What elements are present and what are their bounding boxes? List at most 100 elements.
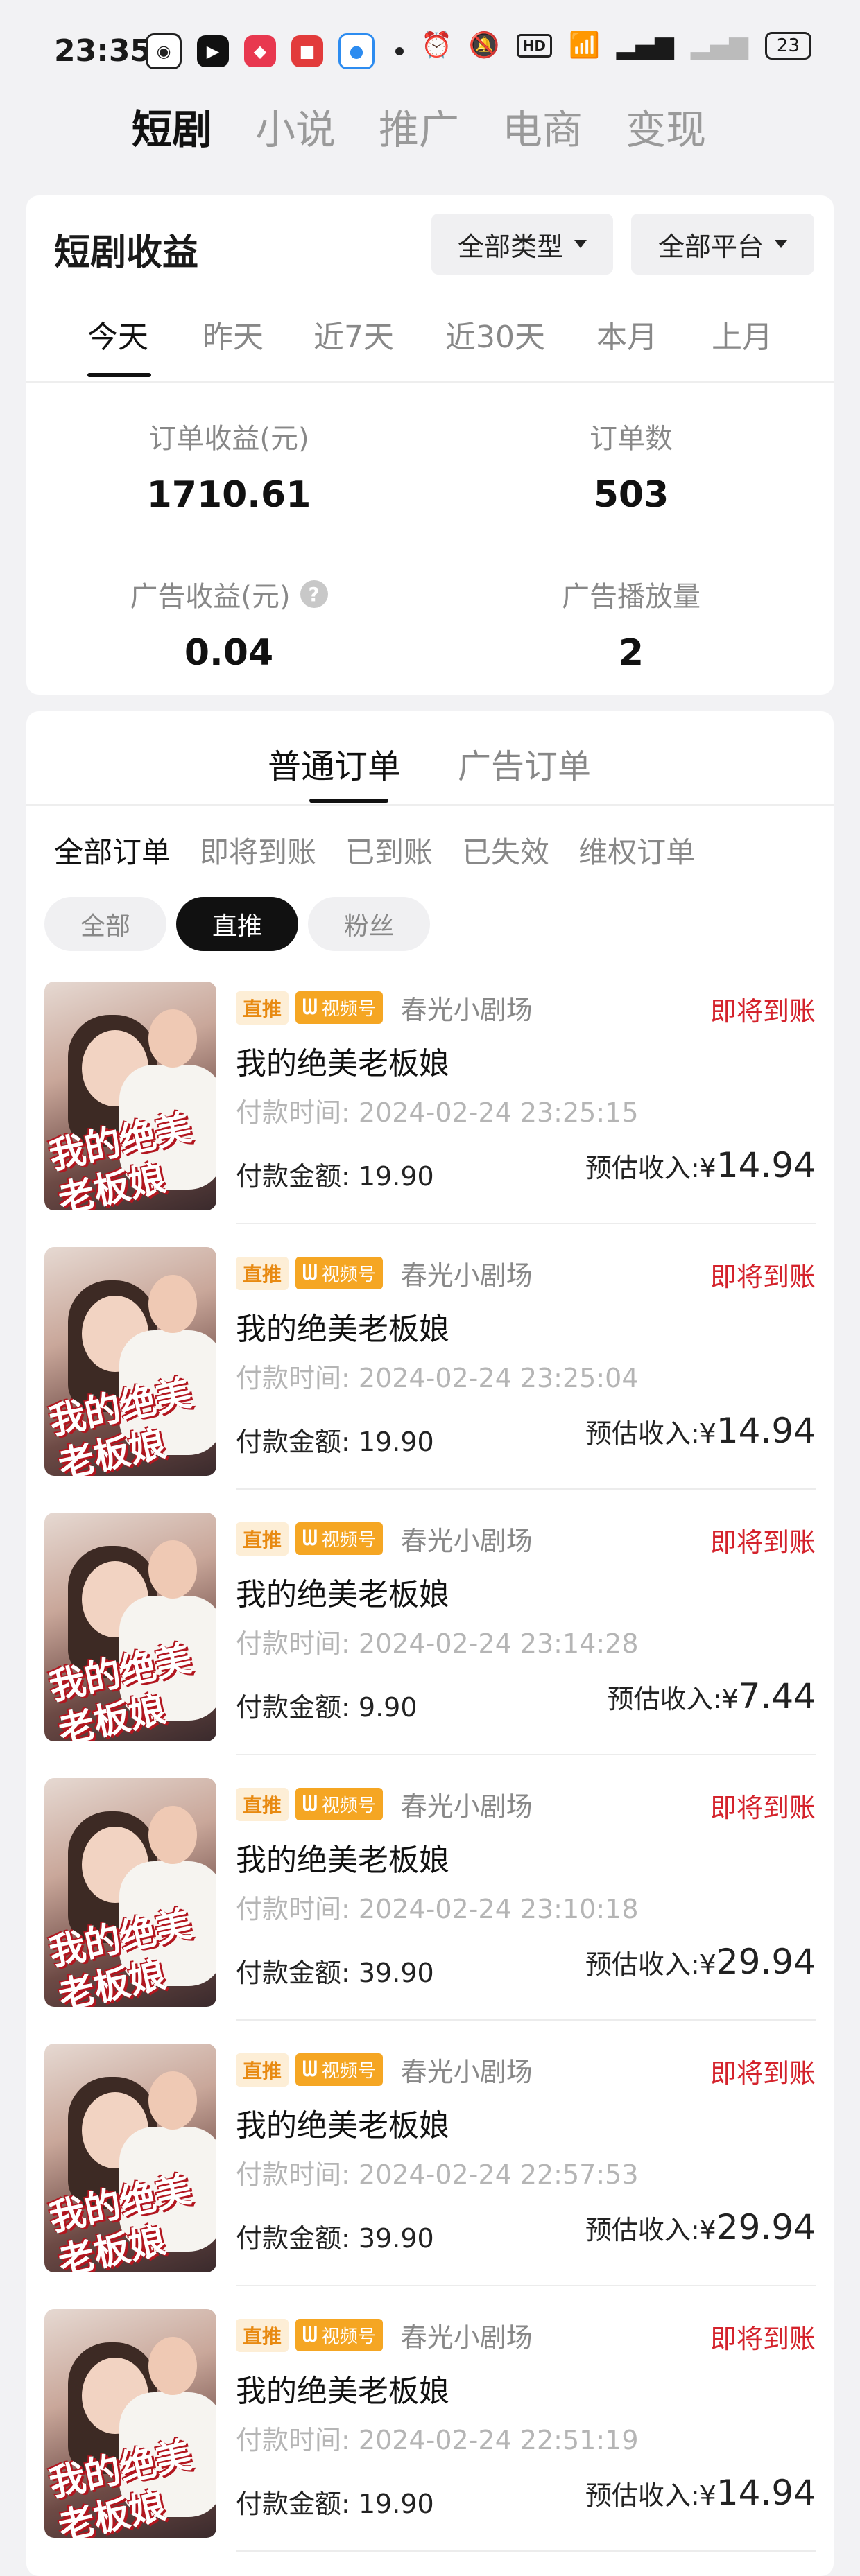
order-status-filters: 全部订单 即将到账 已到账 已失效 维权订单 xyxy=(54,829,695,871)
drama-cover: 我的绝美老板娘 xyxy=(44,2309,216,2538)
tab-ecommerce[interactable]: 电商 xyxy=(502,97,583,155)
period-this-month[interactable]: 本月 xyxy=(596,312,657,356)
type-dropdown[interactable]: 全部类型 xyxy=(431,214,613,275)
currency-symbol: ¥ xyxy=(699,1418,716,1449)
order-item[interactable]: 我的绝美老板娘 直推 ᗯ 视频号 春光小剧场 即将到账 我的绝美老板娘 付款时间… xyxy=(44,2301,816,2566)
payment-amount: 付款金额: 39.90 xyxy=(236,2217,434,2255)
caret-down-icon xyxy=(775,240,787,248)
channel-tag: ᗯ 视频号 xyxy=(295,1522,383,1555)
order-info: 直推 ᗯ 视频号 春光小剧场 即将到账 我的绝美老板娘 付款时间: 2024-0… xyxy=(236,973,816,1239)
metric-value: 2 xyxy=(618,632,644,674)
orders-card: 普通订单 广告订单 全部订单 即将到账 已到账 已失效 维权订单 全部 直推 粉… xyxy=(26,711,834,2576)
order-tags: 直推 ᗯ 视频号 春光小剧场 xyxy=(236,989,533,1027)
period-today[interactable]: 今天 xyxy=(87,312,148,356)
order-item[interactable]: 我的绝美老板娘 直推 ᗯ 视频号 春光小剧场 即将到账 我的绝美老板娘 付款时间… xyxy=(44,973,816,1239)
payment-amount-value: 39.90 xyxy=(358,1958,434,1988)
alarm-icon: ⏰ xyxy=(420,31,452,60)
currency-symbol: ¥ xyxy=(699,1949,716,1980)
estimated-income-label: 预估收入: xyxy=(585,1418,700,1449)
order-item[interactable]: 我的绝美老板娘 直推 ᗯ 视频号 春光小剧场 即将到账 我的绝美老板娘 付款时间… xyxy=(44,1504,816,1770)
estimated-income-value: 14.94 xyxy=(716,1411,816,1451)
video-channel-icon: ᗯ xyxy=(302,1261,318,1285)
filter-pending[interactable]: 即将到账 xyxy=(200,829,316,871)
order-tags: 直推 ᗯ 视频号 春光小剧场 xyxy=(236,2316,533,2354)
status-app-icons: ◉ ▶ ◆ ■ ● xyxy=(146,33,404,69)
payment-amount-label: 付款金额: xyxy=(236,1692,350,1723)
source-pills: 全部 直推 粉丝 xyxy=(44,897,430,951)
pill-fans[interactable]: 粉丝 xyxy=(308,897,430,951)
payment-amount: 付款金额: 39.90 xyxy=(236,1951,434,1990)
pill-all[interactable]: 全部 xyxy=(44,897,166,951)
order-status: 即将到账 xyxy=(710,2324,816,2354)
filter-expired[interactable]: 已失效 xyxy=(462,829,549,871)
order-title: 我的绝美老板娘 xyxy=(236,1843,449,1878)
channel-tag: ᗯ 视频号 xyxy=(295,1257,383,1289)
order-info: 直推 ᗯ 视频号 春光小剧场 即将到账 我的绝美老板娘 付款时间: 2024-0… xyxy=(236,1770,816,2035)
video-channel-icon: ᗯ xyxy=(302,1792,318,1816)
direct-tag: 直推 xyxy=(236,2053,289,2087)
period-7-days[interactable]: 近7天 xyxy=(313,312,394,356)
payment-time: 付款时间: 2024-02-24 22:57:53 xyxy=(236,2153,639,2191)
estimated-income-value: 14.94 xyxy=(716,2473,816,2513)
channel-tag-label: 视频号 xyxy=(321,2326,376,2347)
order-item[interactable]: 我的绝美老板娘 直推 ᗯ 视频号 春光小剧场 即将到账 我的绝美老板娘 付款时间… xyxy=(44,1239,816,1504)
currency-symbol: ¥ xyxy=(699,1153,716,1183)
payment-amount: 付款金额: 19.90 xyxy=(236,2482,434,2521)
currency-symbol: ¥ xyxy=(721,1684,739,1714)
mute-icon: 🔕 xyxy=(468,31,500,60)
estimated-income: 预估收入:¥14.94 xyxy=(585,1411,816,1451)
period-active-underline xyxy=(87,373,151,377)
payment-amount-label: 付款金额: xyxy=(236,1161,350,1192)
video-app-icon: ▶ xyxy=(197,35,229,67)
platform-dropdown[interactable]: 全部平台 xyxy=(631,214,814,275)
period-last-month[interactable]: 上月 xyxy=(712,312,773,356)
payment-time-label: 付款时间: xyxy=(236,2159,350,2190)
tab-novel[interactable]: 小说 xyxy=(255,97,336,155)
payment-time-value: 2024-02-24 23:14:28 xyxy=(358,1628,639,1659)
filter-all-orders[interactable]: 全部订单 xyxy=(54,829,171,871)
period-yesterday[interactable]: 昨天 xyxy=(203,312,264,356)
tab-monetize[interactable]: 变现 xyxy=(626,97,706,155)
order-item[interactable]: 我的绝美老板娘 直推 ᗯ 视频号 春光小剧场 即将到账 我的绝美老板娘 付款时间… xyxy=(44,1770,816,2035)
order-title: 我的绝美老板娘 xyxy=(236,2108,449,2143)
order-status: 即将到账 xyxy=(710,2058,816,2089)
tab-short-drama[interactable]: 短剧 xyxy=(132,97,212,155)
direct-tag: 直推 xyxy=(236,1256,289,1290)
order-status: 即将到账 xyxy=(710,1793,816,1823)
payment-amount-label: 付款金额: xyxy=(236,2223,350,2254)
estimated-income: 预估收入:¥7.44 xyxy=(608,1676,816,1716)
currency-symbol: ¥ xyxy=(699,2480,716,2511)
tab-promotion[interactable]: 推广 xyxy=(379,97,459,155)
divider xyxy=(236,2019,816,2021)
order-item[interactable]: 我的绝美老板娘 直推 ᗯ 视频号 春光小剧场 即将到账 我的绝美老板娘 付款时间… xyxy=(44,2035,816,2301)
estimated-income-value: 14.94 xyxy=(716,1145,816,1185)
order-info: 直推 ᗯ 视频号 春光小剧场 即将到账 我的绝美老板娘 付款时间: 2024-0… xyxy=(236,2035,816,2301)
income-title: 短剧收益 xyxy=(54,232,199,274)
signal-2-icon: ▂▄▆ xyxy=(690,31,748,60)
drama-cover: 我的绝美老板娘 xyxy=(44,1247,216,1476)
order-info: 直推 ᗯ 视频号 春光小剧场 即将到账 我的绝美老板娘 付款时间: 2024-0… xyxy=(236,1504,816,1770)
tab-normal-orders[interactable]: 普通订单 xyxy=(268,739,401,787)
shopping-app-icon: ◆ xyxy=(244,35,276,67)
video-channel-icon: ᗯ xyxy=(302,2057,318,2082)
metric-label: 广告播放量 xyxy=(562,581,700,613)
pill-direct[interactable]: 直推 xyxy=(176,897,298,951)
more-notifications-icon xyxy=(395,47,404,55)
drama-cover: 我的绝美老板娘 xyxy=(44,982,216,1210)
order-source: 春光小剧场 xyxy=(400,995,533,1025)
filter-received[interactable]: 已到账 xyxy=(345,829,433,871)
filter-disputes[interactable]: 维权订单 xyxy=(578,829,695,871)
divider xyxy=(236,2285,816,2286)
bank-app-icon: ■ xyxy=(291,35,323,67)
divider xyxy=(236,1754,816,1755)
direct-tag: 直推 xyxy=(236,1787,289,1821)
help-icon[interactable]: ? xyxy=(300,580,328,608)
payment-time-label: 付款时间: xyxy=(236,2425,350,2455)
period-30-days[interactable]: 近30天 xyxy=(445,312,545,356)
order-title: 我的绝美老板娘 xyxy=(236,2374,449,2409)
payment-amount-value: 39.90 xyxy=(358,2223,434,2254)
hd-icon: HD xyxy=(516,34,552,58)
estimated-income-label: 预估收入: xyxy=(607,1684,722,1714)
tab-ad-orders[interactable]: 广告订单 xyxy=(458,739,591,787)
divider xyxy=(236,1488,816,1490)
